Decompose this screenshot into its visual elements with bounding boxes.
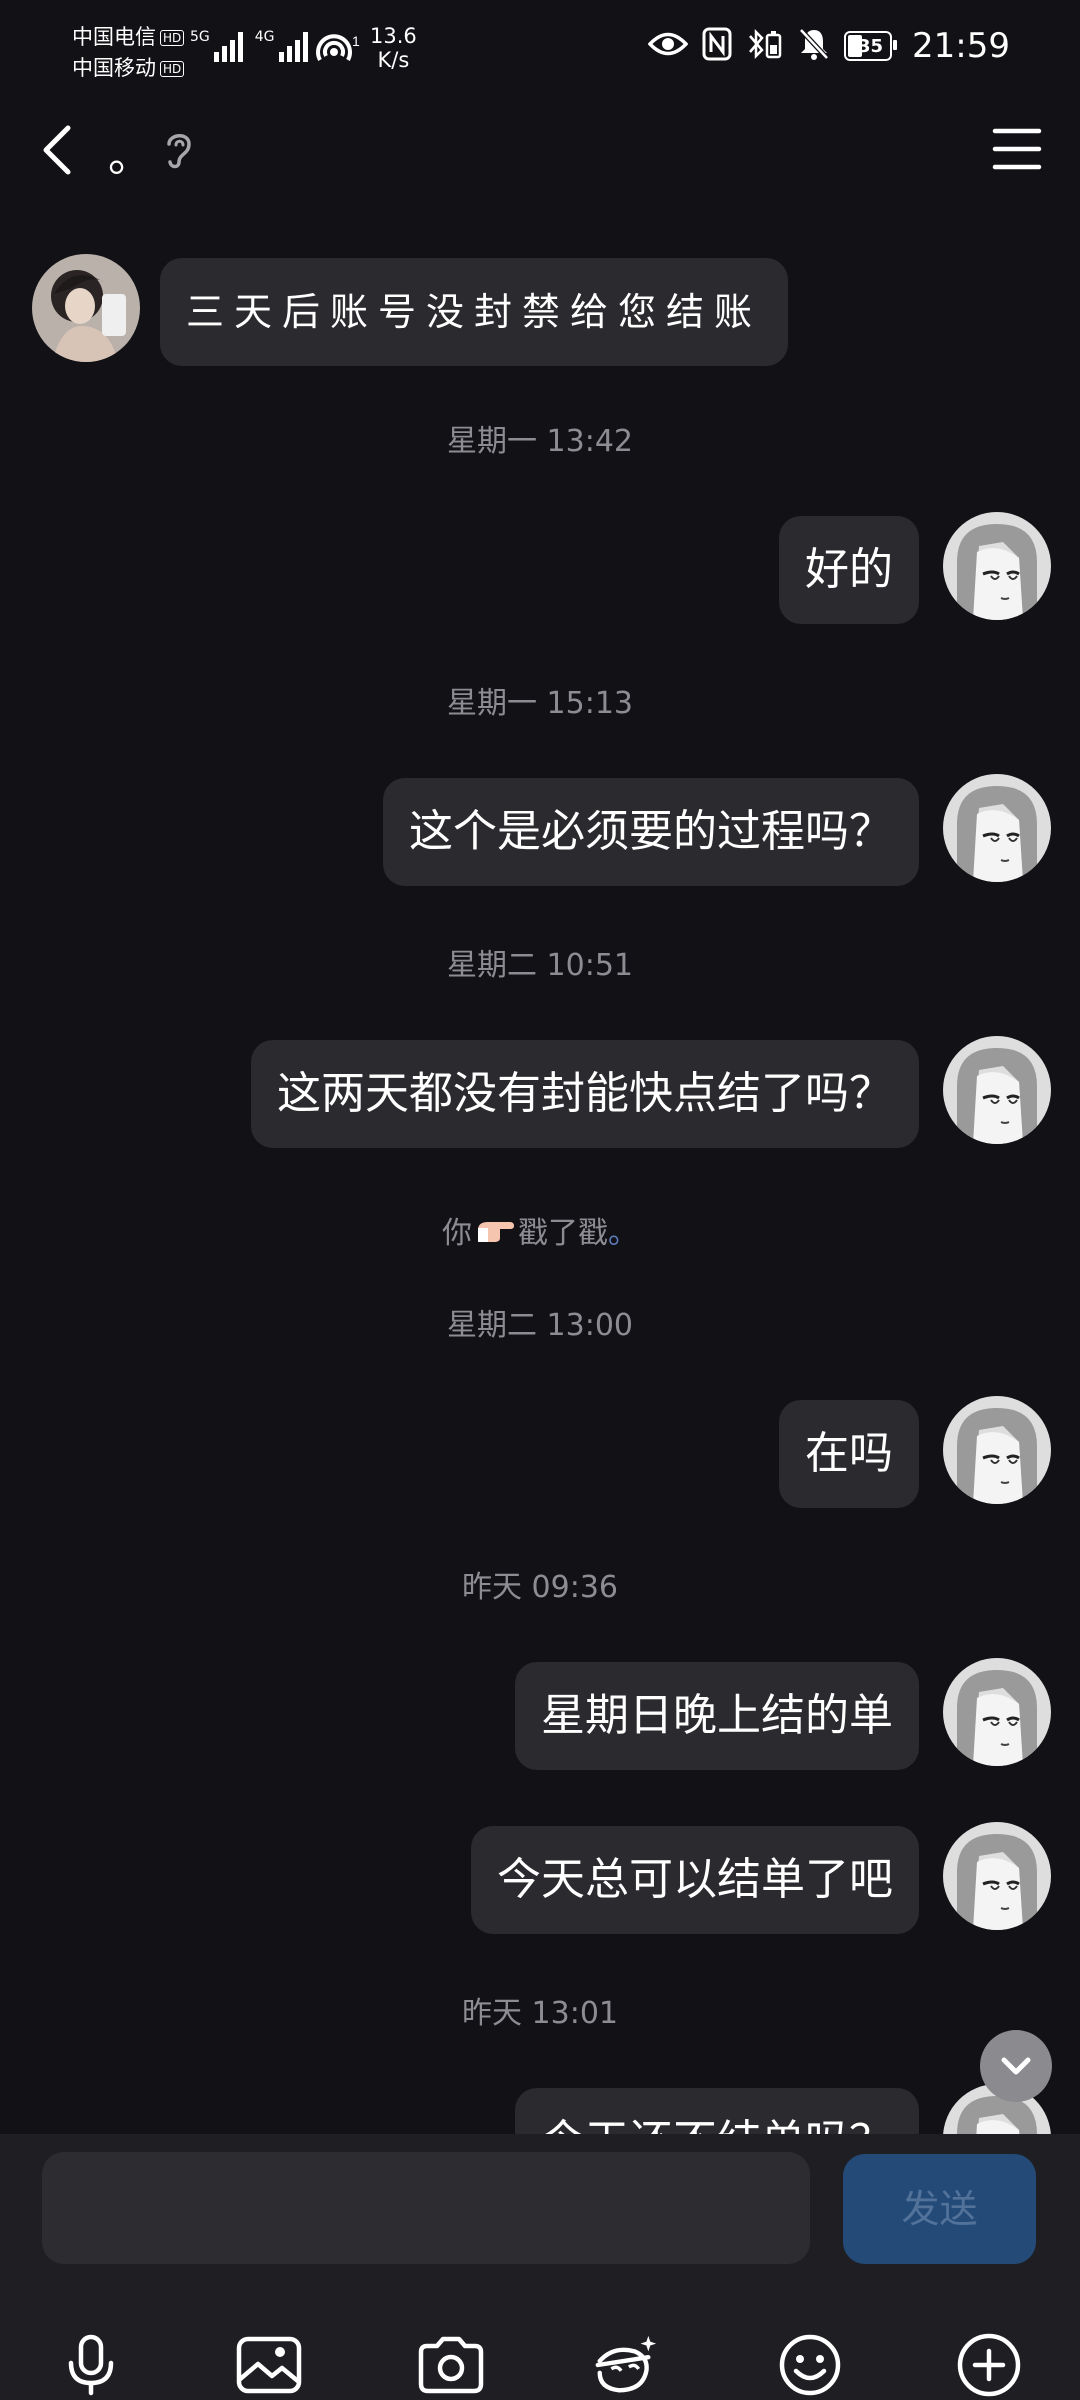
timestamp: 星期一 15:13 bbox=[447, 686, 633, 721]
emoji-icon bbox=[779, 2334, 841, 2396]
signal-bars-icon bbox=[213, 30, 243, 62]
message-bubble-outgoing[interactable]: 好的 bbox=[779, 516, 919, 624]
doodle-button[interactable] bbox=[590, 2330, 660, 2400]
message-bubble-outgoing[interactable]: 这两天都没有封能快点结了吗？ bbox=[251, 1040, 919, 1148]
network-speed: 13.6 K/s bbox=[370, 24, 417, 72]
signal-indicators: 5G 4G bbox=[190, 30, 308, 62]
menu-button[interactable] bbox=[992, 126, 1042, 176]
network-4g-label: 4G bbox=[254, 29, 275, 45]
message-bubble-outgoing[interactable]: 今天还不结单吗？ bbox=[515, 2088, 919, 2134]
image-icon bbox=[236, 2336, 302, 2394]
carrier-info: 中国电信 HD 中国移动 HD bbox=[72, 22, 185, 84]
emoji-button[interactable] bbox=[775, 2330, 845, 2400]
camera-icon bbox=[418, 2336, 484, 2394]
message-bubble-incoming[interactable]: 三天后账号没封禁给您结账 bbox=[160, 258, 789, 366]
poke-actor: 你 bbox=[442, 1216, 472, 1251]
hd-badge: HD bbox=[160, 60, 185, 77]
message-bubble-outgoing[interactable]: 星期日晚上结的单 bbox=[515, 1662, 919, 1770]
mute-bell-icon bbox=[798, 27, 830, 65]
message-bubble-outgoing[interactable]: 在吗 bbox=[779, 1400, 919, 1508]
carrier-1: 中国电信 bbox=[72, 25, 156, 49]
image-button[interactable] bbox=[234, 2330, 304, 2400]
doodle-icon bbox=[595, 2335, 657, 2393]
timestamp: 昨天 13:01 bbox=[462, 1996, 618, 2031]
bluetooth-battery-icon bbox=[746, 27, 784, 65]
more-button[interactable] bbox=[954, 2330, 1024, 2400]
ear-icon[interactable] bbox=[163, 128, 195, 176]
back-arrow-icon bbox=[43, 125, 71, 175]
eye-icon bbox=[647, 29, 689, 63]
timestamp: 星期一 13:42 bbox=[447, 424, 633, 459]
battery-icon: 35 bbox=[844, 31, 898, 61]
user-avatar[interactable] bbox=[943, 1396, 1051, 1504]
hd-badge: HD bbox=[160, 29, 185, 46]
timestamp: 星期二 10:51 bbox=[447, 948, 633, 983]
voice-button[interactable] bbox=[56, 2330, 126, 2400]
microphone-icon bbox=[68, 2334, 114, 2396]
carrier-2: 中国移动 bbox=[72, 56, 156, 80]
hamburger-icon bbox=[992, 128, 1042, 170]
message-list[interactable]: 三天后账号没封禁给您结账 星期一 13:42 好的 星期一 15:13 这个是必… bbox=[0, 210, 1080, 2134]
input-toolbar bbox=[0, 2330, 1080, 2400]
user-avatar[interactable] bbox=[943, 1822, 1051, 1930]
chat-header: 。 bbox=[0, 100, 1080, 210]
send-button[interactable]: 发送 bbox=[843, 2154, 1036, 2264]
poke-action: 戳了戳 bbox=[518, 1216, 608, 1251]
nfc-icon bbox=[702, 27, 732, 65]
camera-button[interactable] bbox=[416, 2330, 486, 2400]
back-button[interactable] bbox=[30, 118, 86, 182]
chevron-down-icon bbox=[1001, 2057, 1031, 2075]
message-bubble-outgoing[interactable]: 今天总可以结单了吧 bbox=[471, 1826, 919, 1934]
status-bar: 中国电信 HD 中国移动 HD 5G 4G 1 13.6 K/s 35 21:59 bbox=[0, 0, 1080, 100]
hotspot-count: 1 bbox=[352, 33, 360, 49]
message-input[interactable] bbox=[42, 2152, 810, 2264]
speed-value: 13.6 bbox=[370, 24, 417, 48]
signal-bars-icon bbox=[278, 30, 308, 62]
poke-target[interactable]: 。 bbox=[608, 1216, 638, 1251]
poke-notice: 你 戳了戳。 bbox=[0, 1208, 1080, 1254]
network-5g-label: 5G bbox=[190, 29, 210, 45]
chat-title[interactable]: 。 bbox=[108, 120, 152, 184]
plus-icon bbox=[957, 2333, 1021, 2397]
user-avatar[interactable] bbox=[943, 774, 1051, 882]
timestamp: 昨天 09:36 bbox=[462, 1570, 618, 1605]
user-avatar[interactable] bbox=[943, 1658, 1051, 1766]
clock: 21:59 bbox=[912, 26, 1010, 66]
speed-unit: K/s bbox=[377, 48, 410, 72]
poke-hand-icon bbox=[474, 1216, 516, 1254]
message-bubble-outgoing[interactable]: 这个是必须要的过程吗？ bbox=[383, 778, 919, 886]
user-avatar[interactable] bbox=[943, 1036, 1051, 1144]
status-right-icons: 35 21:59 bbox=[647, 26, 1010, 66]
contact-avatar[interactable] bbox=[32, 254, 140, 362]
input-bar: 发送 bbox=[0, 2134, 1080, 2400]
timestamp: 星期二 13:00 bbox=[447, 1308, 633, 1343]
user-avatar[interactable] bbox=[943, 512, 1051, 620]
scroll-to-bottom-button[interactable] bbox=[980, 2030, 1052, 2102]
battery-level: 35 bbox=[858, 35, 884, 57]
hotspot-icon: 1 bbox=[312, 30, 364, 74]
